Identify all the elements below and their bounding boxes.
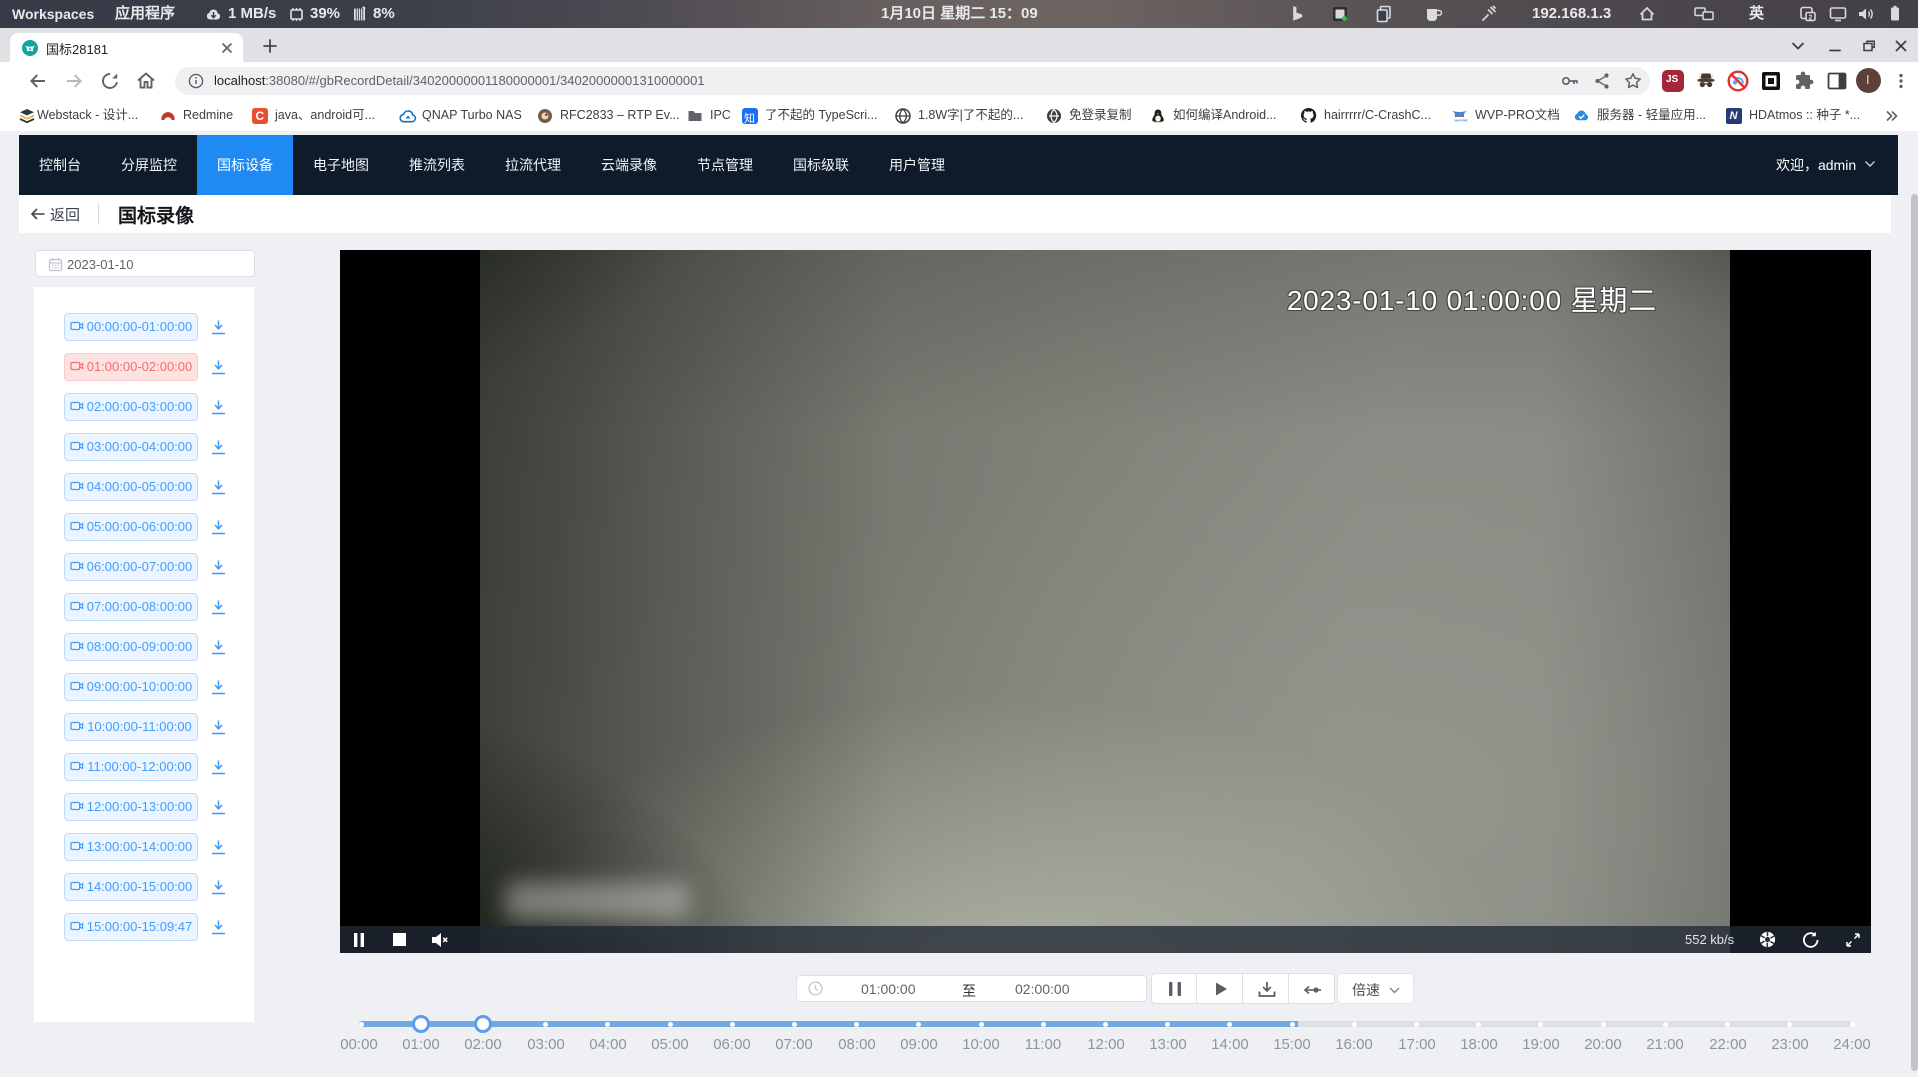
- svg-text:2: 2: [1809, 15, 1813, 22]
- svg-text:WVP-PRO: WVP-PRO: [1454, 119, 1468, 123]
